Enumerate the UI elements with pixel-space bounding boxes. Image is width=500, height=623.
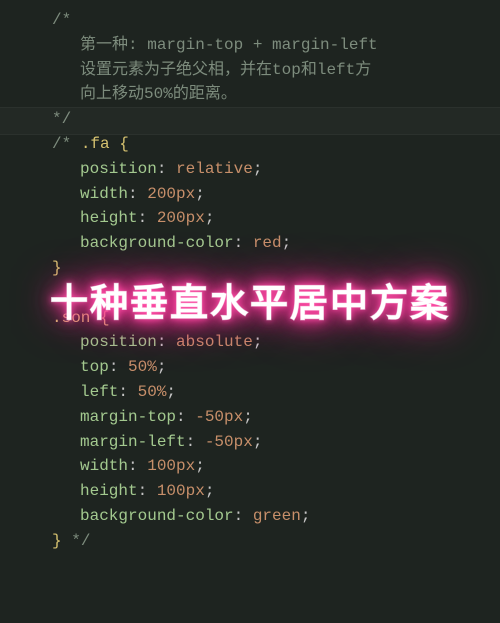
value: green <box>253 507 301 525</box>
property: margin-top <box>80 408 176 426</box>
code-line: .son { <box>24 306 500 331</box>
brace: { <box>90 309 109 327</box>
punct: : <box>176 408 195 426</box>
comment-close: */ <box>62 532 91 550</box>
punct: ; <box>253 160 263 178</box>
comment-text: 第一种: <box>80 36 147 54</box>
value: 200px <box>147 185 195 203</box>
brace: } <box>52 532 62 550</box>
code-line: margin-top: -50px; <box>24 405 500 430</box>
punct: ; <box>243 408 253 426</box>
property: position <box>80 160 157 178</box>
code-line <box>24 281 500 306</box>
punct: ; <box>205 209 215 227</box>
punct: ; <box>282 234 292 252</box>
comment-open: /* <box>52 11 71 29</box>
property: width <box>80 185 128 203</box>
comment-text: 设置元素为子绝父相，并在 <box>80 61 272 79</box>
value: red <box>253 234 282 252</box>
value: 50% <box>128 358 157 376</box>
property: background-color <box>80 234 234 252</box>
property: height <box>80 482 138 500</box>
punct: ; <box>157 358 167 376</box>
value: 50% <box>138 383 167 401</box>
property: top <box>80 358 109 376</box>
code-line: 第一种: margin-top + margin-left <box>24 33 500 58</box>
code-line: width: 200px; <box>24 182 500 207</box>
comment-text: 和 <box>301 61 317 79</box>
punct: ; <box>253 333 263 351</box>
value: relative <box>176 160 253 178</box>
code-line: /* .fa { <box>24 132 500 157</box>
property: background-color <box>80 507 234 525</box>
property: height <box>80 209 138 227</box>
code-line: } */ <box>24 529 500 554</box>
code-line: position: absolute; <box>24 330 500 355</box>
code-line: 设置元素为子绝父相，并在top和left方 <box>24 58 500 83</box>
property: margin-left <box>80 433 186 451</box>
punct: : <box>138 482 157 500</box>
selector: .fa <box>81 135 110 153</box>
punct: ; <box>253 433 263 451</box>
comment-text: margin-top + margin-left <box>147 36 377 54</box>
punct: : <box>109 358 128 376</box>
punct: : <box>128 185 147 203</box>
comment-text: 的距离。 <box>173 85 237 103</box>
punct: ; <box>205 482 215 500</box>
punct: : <box>118 383 137 401</box>
code-line: top: 50%; <box>24 355 500 380</box>
value: 100px <box>157 482 205 500</box>
punct: : <box>128 457 147 475</box>
punct: ; <box>195 185 205 203</box>
value: 200px <box>157 209 205 227</box>
code-line: */ <box>24 107 500 132</box>
punct: : <box>157 160 176 178</box>
punct: ; <box>195 457 205 475</box>
punct: ; <box>166 383 176 401</box>
code-line: margin-left: -50px; <box>24 430 500 455</box>
comment-text: top <box>272 61 301 79</box>
punct: ; <box>301 507 311 525</box>
code-line: left: 50%; <box>24 380 500 405</box>
code-line: position: relative; <box>24 157 500 182</box>
code-line: } <box>24 256 500 281</box>
punct: : <box>157 333 176 351</box>
code-line: background-color: red; <box>24 231 500 256</box>
code-line: height: 100px; <box>24 479 500 504</box>
code-line: background-color: green; <box>24 504 500 529</box>
punct: : <box>138 209 157 227</box>
code-line: height: 200px; <box>24 206 500 231</box>
comment-text: left <box>317 61 355 79</box>
selector: .son <box>52 309 90 327</box>
code-line: width: 100px; <box>24 454 500 479</box>
punct: : <box>234 507 253 525</box>
value: -50px <box>195 408 243 426</box>
property: width <box>80 457 128 475</box>
property: position <box>80 333 157 351</box>
value: absolute <box>176 333 253 351</box>
property: left <box>80 383 118 401</box>
comment-prefix: /* <box>52 135 81 153</box>
value: 100px <box>147 457 195 475</box>
punct: : <box>234 234 253 252</box>
punct: : <box>186 433 205 451</box>
comment-text: 向上移动 <box>80 85 144 103</box>
code-editor: /* 第一种: margin-top + margin-left 设置元素为子绝… <box>0 0 500 562</box>
code-line: 向上移动50%的距离。 <box>24 82 500 107</box>
value: -50px <box>205 433 253 451</box>
comment-text: 50% <box>144 85 173 103</box>
brace: } <box>52 259 62 277</box>
code-line: /* <box>24 8 500 33</box>
comment-close: */ <box>52 110 71 128</box>
comment-text: 方 <box>355 61 371 79</box>
brace: { <box>110 135 129 153</box>
